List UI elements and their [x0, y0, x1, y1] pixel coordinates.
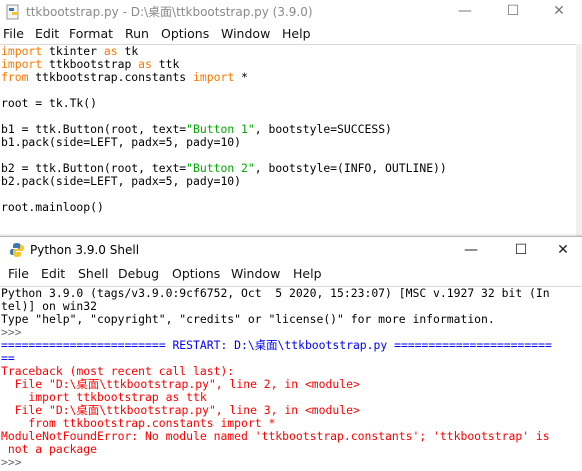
shell-prompt[interactable]: >>>: [1, 456, 28, 469]
code-text: ttk: [151, 57, 180, 71]
shell-menubar: File Edit Shell Debug Options Window Hel…: [0, 264, 582, 284]
keyword: as: [103, 44, 118, 58]
maximize-button[interactable]: ☐: [498, 239, 544, 263]
menu-run[interactable]: Run: [125, 26, 149, 41]
menu-options[interactable]: Options: [172, 266, 220, 281]
keyword: as: [138, 57, 152, 71]
keyword: import: [1, 57, 43, 71]
menu-window[interactable]: Window: [221, 26, 270, 41]
code-text: tkinter: [42, 44, 104, 58]
keyword: import: [193, 70, 235, 84]
python-icon: [10, 243, 24, 257]
keyword: import: [1, 44, 43, 58]
close-button[interactable]: ✕: [540, 239, 582, 263]
editor-title: ttkbootstrap.py - D:\桌面\ttkbootstrap.py …: [26, 5, 313, 19]
menu-debug[interactable]: Debug: [118, 266, 159, 281]
string-literal: "Button 2": [186, 161, 255, 175]
code-line: from ttkbootstrap.constants import *: [1, 71, 248, 84]
menu-help[interactable]: Help: [293, 266, 322, 281]
code-text: tk: [117, 44, 139, 58]
menu-format[interactable]: Format: [69, 26, 113, 41]
menu-options[interactable]: Options: [161, 26, 209, 41]
menu-shell[interactable]: Shell: [78, 266, 109, 281]
code-text: b2 = ttk.Button(root, text=: [1, 161, 187, 175]
code-line: b1.pack(side=LEFT, padx=5, pady=10): [1, 135, 242, 149]
output-line: Type "help", "copyright", "credits" or "…: [1, 312, 495, 326]
restart-banner: ======================== RESTART: D:\桌面\…: [1, 338, 552, 352]
string-literal: "Button 1": [186, 122, 255, 136]
code-line: root = tk.Tk(): [1, 96, 98, 110]
code-text: *: [234, 70, 248, 84]
menu-edit[interactable]: Edit: [35, 26, 59, 41]
shell-titlebar[interactable]: Python 3.9.0 Shell — ☐ ✕: [0, 237, 582, 263]
menu-window[interactable]: Window: [231, 266, 280, 281]
scrollbar[interactable]: [576, 44, 582, 236]
menu-file[interactable]: File: [8, 266, 29, 281]
editor-menubar: File Edit Format Run Options Window Help: [0, 24, 582, 44]
code-line: b2.pack(side=LEFT, padx=5, pady=10): [1, 174, 242, 188]
editor-titlebar[interactable]: ttkbootstrap.py - D:\桌面\ttkbootstrap.py …: [0, 0, 582, 24]
editor-window: ttkbootstrap.py - D:\桌面\ttkbootstrap.py …: [0, 0, 582, 236]
close-button[interactable]: ✕: [536, 0, 582, 24]
code-text: ttkbootstrap: [42, 57, 139, 71]
code-line: root.mainloop(): [1, 200, 104, 214]
shell-title: Python 3.9.0 Shell: [30, 243, 140, 257]
keyword: from: [1, 70, 29, 84]
menu-file[interactable]: File: [3, 26, 24, 41]
code-text: b1 = ttk.Button(root, text=: [1, 122, 187, 136]
shell-window: Python 3.9.0 Shell — ☐ ✕ File Edit Shell…: [0, 236, 582, 471]
minimize-button[interactable]: —: [442, 0, 488, 24]
menu-edit[interactable]: Edit: [41, 266, 65, 281]
python-file-icon: [6, 4, 19, 20]
menu-help[interactable]: Help: [282, 26, 311, 41]
maximize-button[interactable]: ☐: [490, 0, 536, 24]
code-text: , bootstyle=(INFO, OUTLINE)): [254, 161, 447, 175]
code-text: , bootstyle=SUCCESS): [254, 122, 392, 136]
code-text: ttkbootstrap.constants: [28, 70, 194, 84]
minimize-button[interactable]: —: [448, 239, 494, 263]
